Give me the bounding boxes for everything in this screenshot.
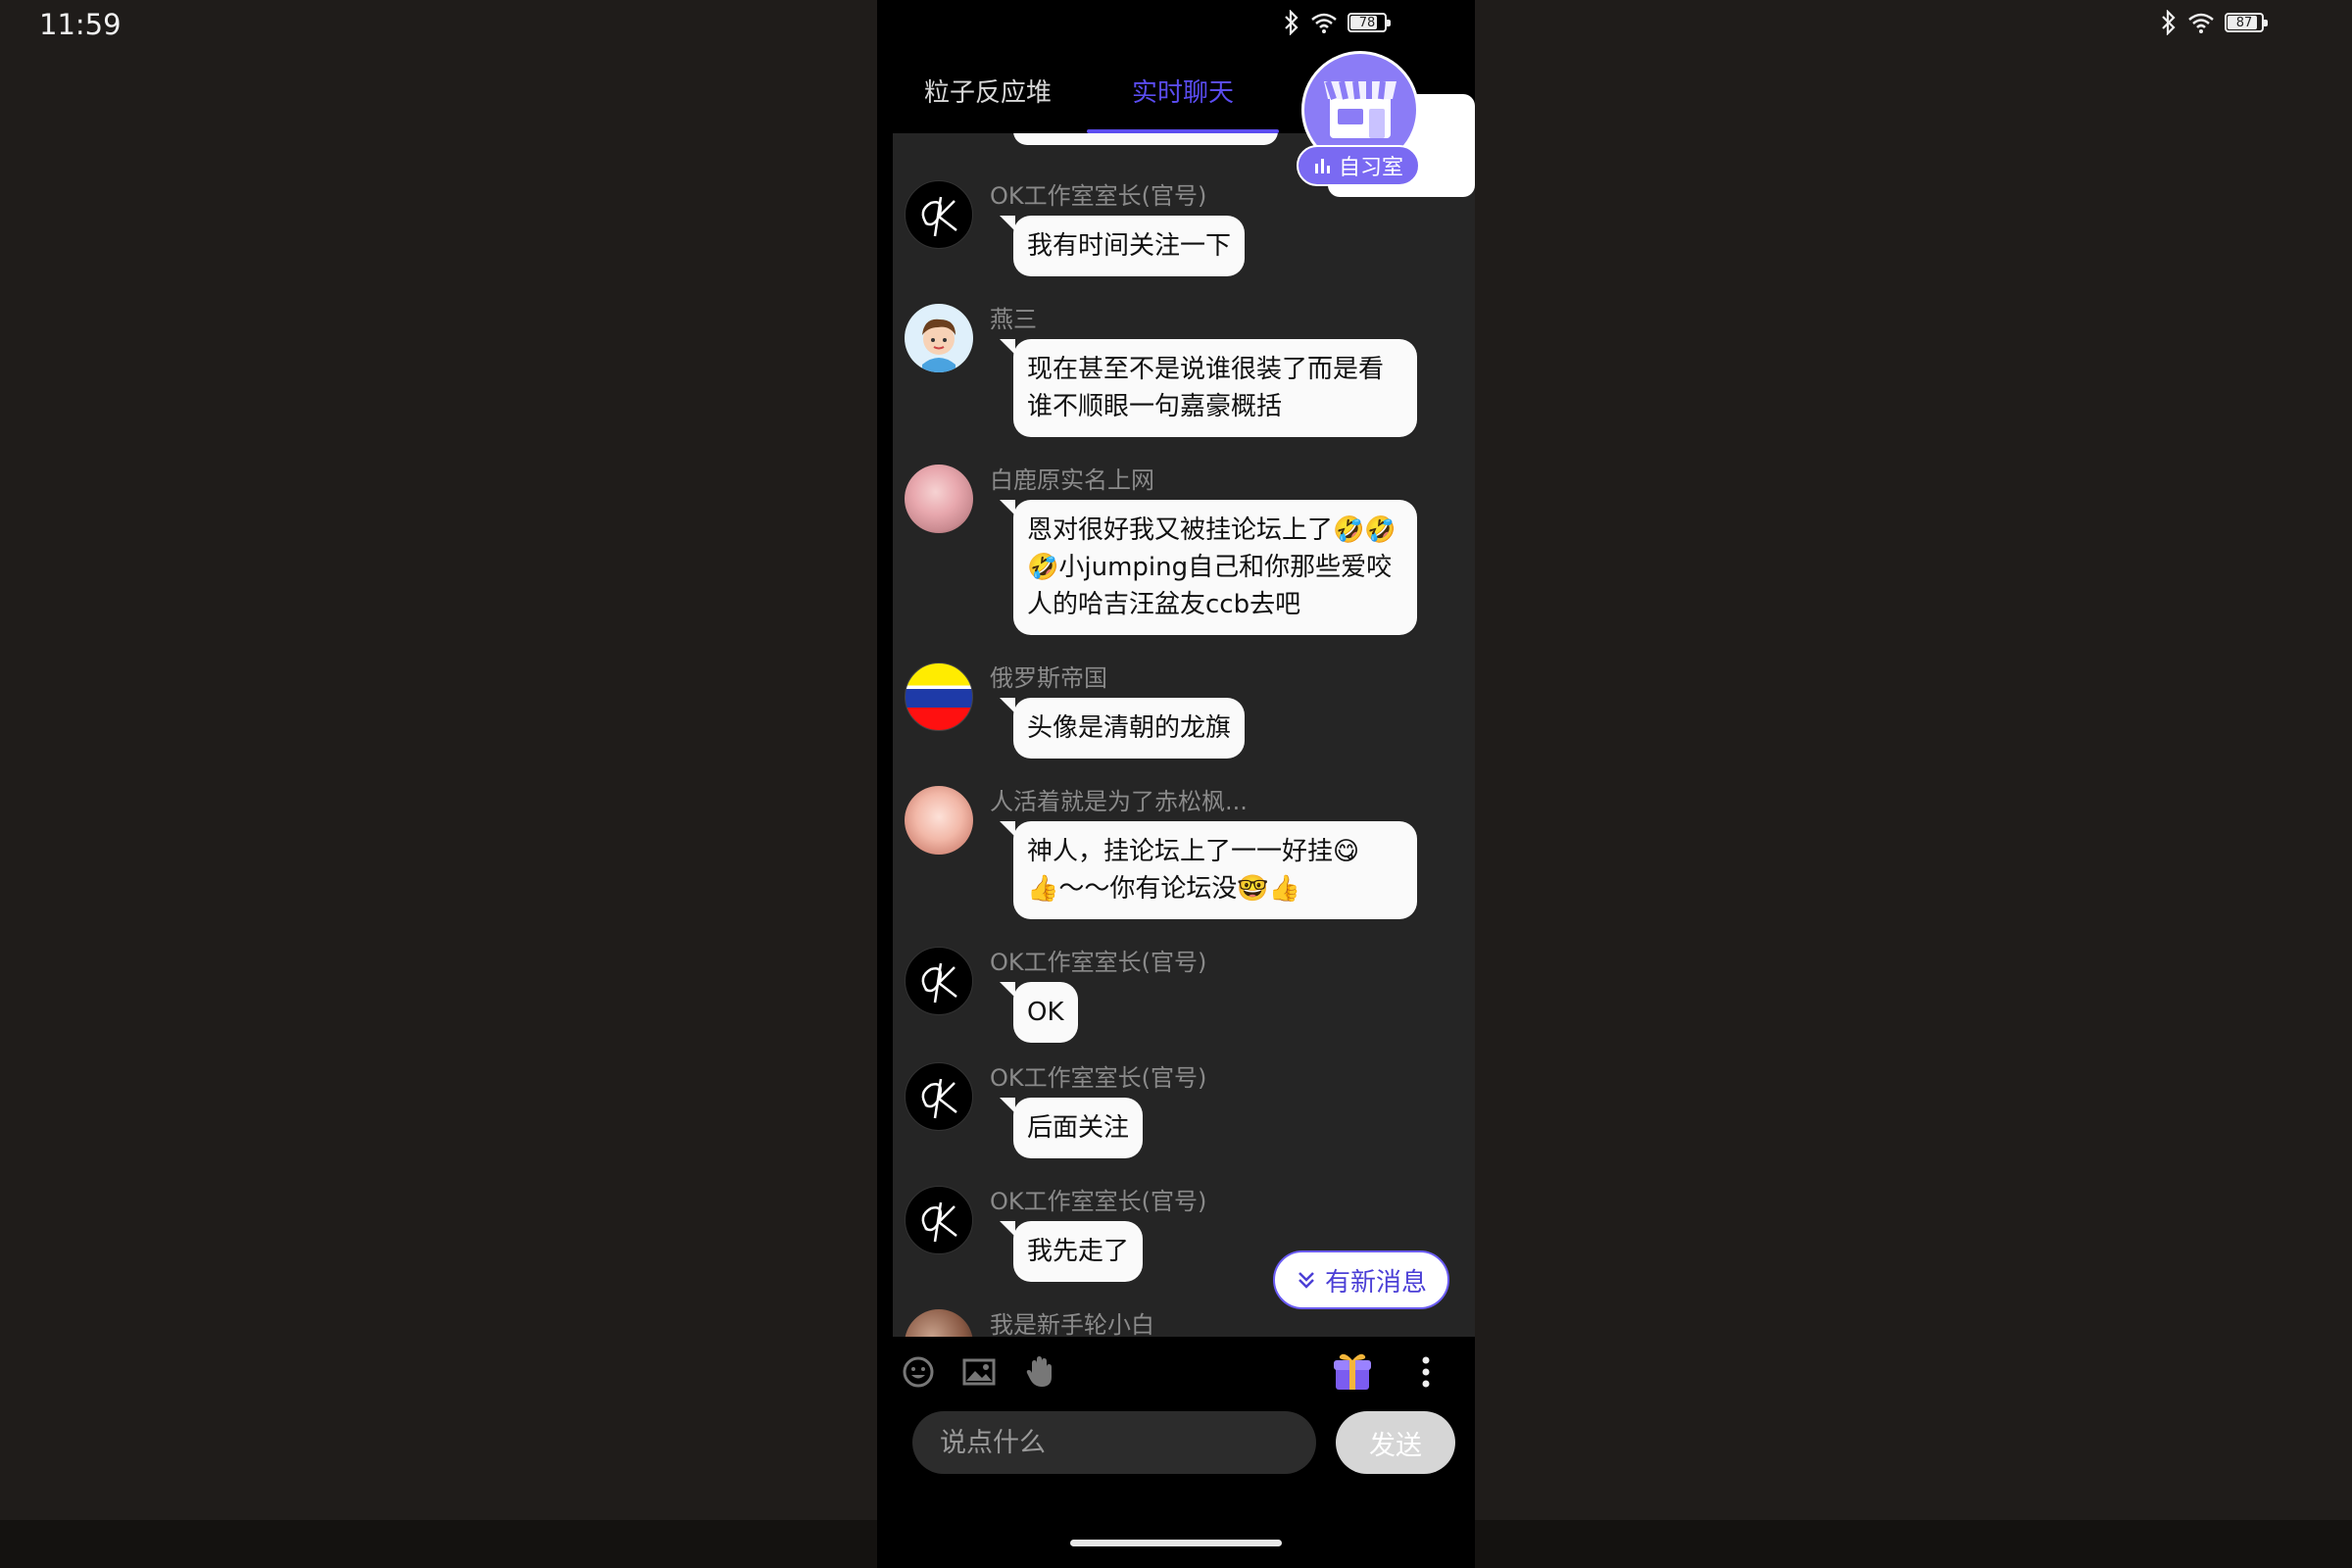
- message-bubble[interactable]: 恩对很好我又被挂论坛上了🤣🤣🤣小jumping自己和你那些爱咬人的哈吉汪盆友cc…: [1000, 500, 1417, 635]
- battery-level: 87: [2235, 15, 2253, 30]
- sender-name[interactable]: OK工作室室长(官号): [990, 1058, 1206, 1093]
- ok-logo-icon: [921, 1078, 957, 1119]
- message-bubble[interactable]: 我先走了: [999, 1221, 1144, 1282]
- avatar-ok-logo[interactable]: [905, 947, 973, 1015]
- sender-name[interactable]: 人活着就是为了赤松枫...: [990, 782, 1248, 816]
- message-bubble[interactable]: 现在甚至不是说谁很装了而是看谁不顺眼一句嘉豪概括: [1000, 339, 1417, 437]
- message-bubble[interactable]: 神人，挂论坛上了一一好挂😋👍〜〜你有论坛没🤓👍: [1000, 821, 1417, 919]
- wifi-icon: [1311, 13, 1337, 33]
- more-icon[interactable]: [1408, 1354, 1444, 1390]
- avatar-ok-logo[interactable]: [905, 1186, 973, 1254]
- avatar-partial[interactable]: [905, 1309, 973, 1337]
- tab-particle-reactor[interactable]: 粒子反应堆: [924, 73, 1052, 109]
- avatar-flag[interactable]: [905, 662, 973, 731]
- battery-icon: 87: [2225, 13, 2268, 32]
- message-bubble[interactable]: OK: [1000, 982, 1078, 1043]
- emoji-icon[interactable]: [901, 1354, 936, 1390]
- wifi-icon: [2188, 13, 2214, 33]
- tab-live-chat[interactable]: 实时聊天: [1132, 73, 1234, 109]
- battery-level: 78: [1358, 15, 1376, 30]
- chat-toolbar: [877, 1337, 1475, 1407]
- sender-name[interactable]: OK工作室室长(官号): [990, 176, 1206, 211]
- ok-logo-icon: [921, 962, 957, 1004]
- tablet-status-icons: 87: [2160, 10, 2268, 35]
- phone-screen: 78 粒子反应堆 实时聊天 OK工作室室长(官号) 我有时间关注一下 燕三 现在…: [877, 0, 1475, 1568]
- ok-logo-icon: [921, 1201, 957, 1243]
- message-bubble[interactable]: 后面关注: [999, 1098, 1144, 1158]
- sender-name[interactable]: 白鹿原实名上网: [990, 461, 1154, 495]
- sender-name[interactable]: 俄罗斯帝国: [990, 659, 1107, 693]
- gift-icon[interactable]: [1330, 1348, 1375, 1394]
- sender-name[interactable]: OK工作室室长(官号): [990, 943, 1206, 977]
- bluetooth-icon: [2162, 10, 2176, 35]
- sender-name[interactable]: 我是新手轮小白: [990, 1305, 1154, 1337]
- ok-logo-icon: [921, 196, 957, 237]
- message-input[interactable]: [912, 1411, 1316, 1474]
- home-indicator[interactable]: [1070, 1540, 1282, 1546]
- message-bubble[interactable]: 头像是清朝的龙旗: [999, 698, 1246, 759]
- cartoon-boy-icon: [922, 318, 956, 372]
- avatar-ok-logo[interactable]: [905, 180, 973, 249]
- avatar-cartoon-boy[interactable]: [905, 304, 973, 372]
- composer: 发送: [877, 1407, 1475, 1486]
- study-room-text: 自习室: [1338, 156, 1403, 180]
- avatar-anime-girl[interactable]: [905, 465, 973, 533]
- system-time: 11:59: [39, 8, 122, 41]
- sender-name[interactable]: 燕三: [990, 300, 1037, 334]
- new-messages-label: 有新消息: [1324, 1267, 1427, 1298]
- message-bubble[interactable]: 我有时间关注一下: [999, 216, 1246, 276]
- study-room-label[interactable]: 自习室: [1297, 145, 1420, 186]
- new-messages-button[interactable]: 有新消息: [1273, 1250, 1449, 1309]
- avatar-anime-girl-2[interactable]: [905, 786, 973, 855]
- send-button[interactable]: 发送: [1336, 1411, 1455, 1474]
- phone-status-icons: 78: [1283, 10, 1391, 35]
- bluetooth-icon: [1285, 10, 1298, 35]
- battery-icon: 78: [1348, 13, 1391, 32]
- image-icon[interactable]: [961, 1354, 997, 1390]
- hand-icon[interactable]: [1022, 1354, 1057, 1390]
- chat-message-list[interactable]: OK工作室室长(官号) 我有时间关注一下 燕三 现在甚至不是说谁很装了而是看谁不…: [893, 133, 1475, 1337]
- previous-message-bubble: [1013, 133, 1278, 145]
- bar-chart-icon: [1314, 159, 1330, 173]
- sender-name[interactable]: OK工作室室长(官号): [990, 1182, 1206, 1216]
- double-chevron-down-icon: [1298, 1272, 1314, 1289]
- avatar-ok-logo[interactable]: [905, 1062, 973, 1131]
